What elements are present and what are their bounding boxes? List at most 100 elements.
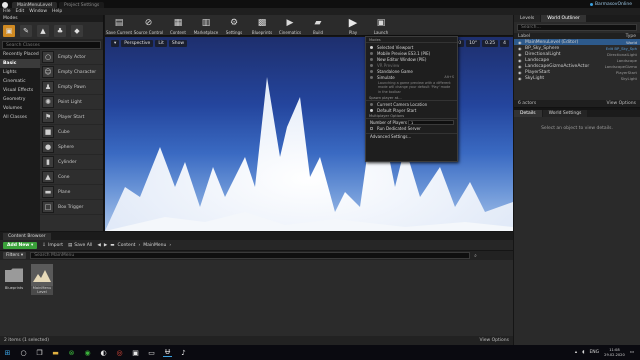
lit-button[interactable]: Lit xyxy=(155,40,167,47)
steam-icon[interactable]: ◐ xyxy=(99,348,108,357)
category-geometry[interactable]: Geometry xyxy=(0,95,40,104)
category-recently-placed[interactable]: Recently Placed xyxy=(0,50,40,59)
clock[interactable]: 11:08 29.02.2020 xyxy=(604,348,625,357)
tab-content-browser[interactable]: Content Browser xyxy=(3,232,51,240)
play-button[interactable]: ▶ Play xyxy=(339,15,367,36)
language-indicator[interactable]: ENG xyxy=(589,350,599,355)
scale-snap-value[interactable]: 0.25 xyxy=(482,40,499,47)
visibility-icon[interactable]: ◉ xyxy=(518,40,522,45)
menu-help[interactable]: Help xyxy=(52,9,62,14)
list-item[interactable]: ☺ Empty Character xyxy=(40,65,103,80)
search-icon[interactable]: ○ xyxy=(19,348,28,357)
volume-icon[interactable]: ◖ xyxy=(582,350,584,355)
settings-button[interactable]: ⚙ Settings xyxy=(220,15,248,36)
terminal-icon[interactable]: ▣ xyxy=(131,348,140,357)
visibility-icon[interactable]: ◉ xyxy=(518,46,522,51)
visibility-icon[interactable]: ◉ xyxy=(518,76,522,81)
marketplace-button[interactable]: ▥ Marketplace xyxy=(192,15,220,36)
list-item[interactable]: ● Sphere xyxy=(40,140,103,155)
filters-button[interactable]: Filters ▾ xyxy=(3,252,27,259)
show-button[interactable]: Show xyxy=(168,40,188,47)
number-of-players-field[interactable]: 1 xyxy=(408,120,454,126)
table-row[interactable]: ◉ SkyLight SkyLight xyxy=(514,75,640,81)
breadcrumb-item[interactable]: Content xyxy=(118,243,136,248)
paint-mode-icon[interactable]: ✎ xyxy=(20,24,32,37)
save-current-button[interactable]: ▤ Save Current xyxy=(105,15,133,36)
category-lights[interactable]: Lights xyxy=(0,68,40,77)
row-type[interactable]: Edit BP_Sky_Sph xyxy=(606,46,637,51)
category-all-classes[interactable]: All Classes xyxy=(0,113,40,122)
build-button[interactable]: ▰ Build xyxy=(304,15,332,36)
music-icon[interactable]: ♪ xyxy=(179,348,188,357)
unreal-icon[interactable]: Ʉ xyxy=(163,348,172,357)
mode-search-input[interactable]: Search Classes xyxy=(2,41,101,49)
camera-speed-value[interactable]: 4 xyxy=(500,40,509,47)
forward-arrow-icon[interactable]: ▶ xyxy=(104,243,107,248)
list-item[interactable]: ■ Cube xyxy=(40,125,103,140)
list-item[interactable]: ▮ Cylinder xyxy=(40,155,103,170)
tab-details[interactable]: Details xyxy=(514,110,542,117)
source-control-button[interactable]: ⊘ Source Control xyxy=(133,15,164,36)
add-new-button[interactable]: Add New ▾ xyxy=(3,241,38,249)
category-volumes[interactable]: Volumes xyxy=(0,104,40,113)
menu-file[interactable]: File xyxy=(3,9,11,14)
outliner-search-input[interactable]: Search... xyxy=(517,24,637,31)
category-cinematic[interactable]: Cinematic xyxy=(0,77,40,86)
list-item[interactable]: ✺ Point Light xyxy=(40,95,103,110)
visibility-icon[interactable]: ◉ xyxy=(518,64,522,69)
menu-item-advanced-settings[interactable]: Advanced Settings... xyxy=(366,132,457,139)
category-visual-effects[interactable]: Visual Effects xyxy=(0,86,40,95)
launch-button[interactable]: ▣ Launch xyxy=(367,15,395,36)
tab-world-outliner[interactable]: World Outliner xyxy=(541,15,586,22)
run-dedicated-server-option[interactable]: Run Dedicated Server xyxy=(366,126,457,132)
foliage-mode-icon[interactable]: ♣ xyxy=(54,24,66,37)
lock-icon[interactable]: ⌕ xyxy=(474,253,477,259)
landscape-mode-icon[interactable]: ▲ xyxy=(37,24,49,37)
spotify-icon[interactable]: ◉ xyxy=(83,348,92,357)
table-row[interactable]: ◉ LandscapeGizmoActiveActor LandscapeGizmo xyxy=(514,63,640,69)
content-search-input[interactable]: Search MainMenu xyxy=(30,252,471,259)
content-button[interactable]: ▦ Content xyxy=(164,15,192,36)
viewport-menu-button[interactable]: ▾ xyxy=(111,40,120,47)
list-item[interactable]: ○ Empty Actor xyxy=(40,50,103,65)
tab-levels[interactable]: Levels xyxy=(514,15,541,22)
perspective-button[interactable]: Perspective xyxy=(121,40,154,47)
column-type[interactable]: Type xyxy=(626,34,636,39)
xbox-icon[interactable]: ⊗ xyxy=(67,348,76,357)
asset-tile[interactable]: MainMenu Level xyxy=(31,264,53,295)
list-item[interactable]: ⚑ Player Start xyxy=(40,110,103,125)
category-basic[interactable]: Basic xyxy=(0,59,40,68)
asset-tile[interactable]: Blueprints xyxy=(3,264,25,290)
visibility-icon[interactable]: ◉ xyxy=(518,70,522,75)
blueprints-button[interactable]: ▩ Blueprints xyxy=(248,15,276,36)
tab-world-settings[interactable]: World Settings xyxy=(542,110,588,117)
task-view-icon[interactable]: ❐ xyxy=(35,348,44,357)
geometry-mode-icon[interactable]: ◆ xyxy=(71,24,83,37)
save-all-button[interactable]: ▤ Save All xyxy=(68,243,92,248)
user-badge[interactable]: BarmasovOnline xyxy=(589,0,632,8)
list-item[interactable]: ▲ Cone xyxy=(40,170,103,185)
network-icon[interactable]: ▴ xyxy=(575,350,577,355)
view-options-button[interactable]: View Options xyxy=(607,101,636,106)
visibility-icon[interactable]: ◉ xyxy=(518,58,522,63)
dedicated-server-checkbox[interactable] xyxy=(370,127,373,131)
list-item[interactable]: ♟ Empty Pawn xyxy=(40,80,103,95)
menu-window[interactable]: Window xyxy=(29,9,47,14)
visibility-icon[interactable]: ◉ xyxy=(518,52,522,57)
cinematics-button[interactable]: ▶ Cinematics xyxy=(276,15,304,36)
browser-icon[interactable]: ◎ xyxy=(115,348,124,357)
breadcrumb-item[interactable]: MainMenu xyxy=(143,243,166,248)
monitor-icon[interactable]: ▭ xyxy=(147,348,156,357)
view-options-button[interactable]: View Options xyxy=(480,338,509,343)
explorer-icon[interactable]: ▬ xyxy=(51,348,60,357)
windows-icon[interactable]: ⊞ xyxy=(3,348,12,357)
place-mode-icon[interactable]: ▣ xyxy=(3,24,15,37)
list-item[interactable]: □ Box Trigger xyxy=(40,200,103,215)
rotation-snap-value[interactable]: 10° xyxy=(466,40,481,47)
menu-edit[interactable]: Edit xyxy=(16,9,25,14)
import-button[interactable]: ⇩ Import xyxy=(42,243,63,248)
notifications-icon[interactable]: ▭ xyxy=(630,350,634,355)
list-item[interactable]: ▬ Plane xyxy=(40,185,103,200)
column-label[interactable]: Label xyxy=(518,34,530,39)
back-arrow-icon[interactable]: ◀ xyxy=(97,243,100,248)
